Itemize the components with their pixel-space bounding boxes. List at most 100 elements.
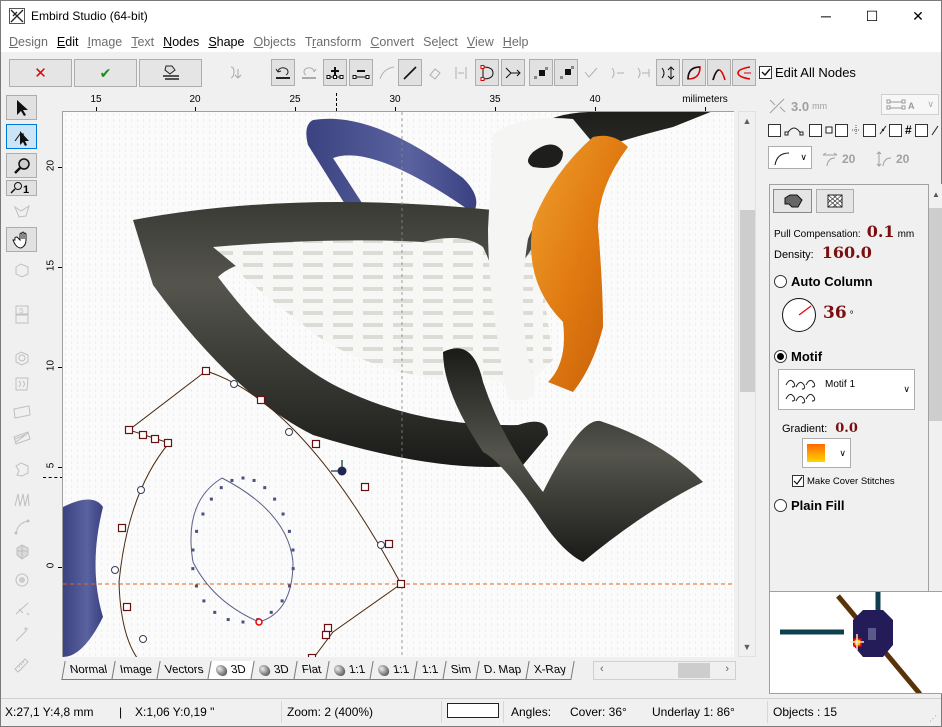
cancel-button[interactable]: ✕ — [9, 59, 72, 87]
view-tab-1-1-6[interactable]: 1:1 — [325, 661, 374, 680]
menu-design[interactable]: Design — [5, 35, 52, 49]
select-tool[interactable] — [6, 95, 37, 120]
curve-segment-button[interactable] — [375, 59, 399, 86]
fill-type-pattern-button[interactable] — [816, 189, 854, 213]
inner-path-node[interactable] — [226, 618, 230, 622]
view-tab-3d-3[interactable]: 3D — [207, 661, 255, 680]
curve-node[interactable] — [230, 380, 238, 388]
shape-closed-button[interactable] — [682, 59, 706, 86]
view-tab-normal-0[interactable]: Normal — [61, 661, 116, 680]
inner-path-node[interactable] — [209, 497, 213, 501]
curve-node[interactable] — [377, 541, 385, 549]
corner-node[interactable] — [360, 482, 370, 492]
fill-pattern-tool[interactable] — [6, 371, 37, 396]
footprint-down-button[interactable] — [225, 59, 249, 86]
view-tab-image-1[interactable]: Image — [111, 661, 161, 680]
menu-transform[interactable]: Transform — [301, 35, 366, 49]
curve-node[interactable] — [111, 566, 119, 574]
flower-tool[interactable] — [6, 567, 37, 592]
redo-node-button[interactable] — [297, 59, 321, 86]
corner-node[interactable] — [163, 438, 173, 448]
motif-radio[interactable]: Motif — [774, 349, 822, 364]
break-node-button[interactable] — [423, 59, 447, 86]
zoom-1to1-tool[interactable]: 1 — [6, 180, 37, 196]
remove-node-button[interactable] — [349, 59, 373, 86]
corner-node[interactable] — [321, 630, 331, 640]
inner-path-node[interactable] — [213, 610, 217, 614]
join-path-button[interactable] — [631, 59, 655, 86]
density-value[interactable]: 160.0 — [822, 243, 872, 262]
inner-path-node[interactable] — [280, 599, 284, 603]
measure-tool[interactable] — [6, 651, 37, 676]
canvas-horizontal-scrollbar[interactable]: ‹ › — [593, 661, 736, 680]
design-canvas[interactable] — [62, 111, 734, 657]
inner-path-node[interactable] — [241, 620, 245, 624]
menu-convert[interactable]: Convert — [366, 35, 418, 49]
corner-type-dropdown[interactable]: ∨ — [768, 146, 812, 169]
menu-edit[interactable]: Edit — [53, 35, 83, 49]
inner-path-node[interactable] — [191, 567, 195, 571]
node-type-dropdown[interactable]: A ∨ — [881, 94, 939, 115]
inner-path-node[interactable] — [291, 567, 295, 571]
zoom-tool[interactable] — [6, 153, 37, 178]
view-tab-flat-5[interactable]: Flat — [293, 661, 330, 680]
close-window-button[interactable]: ✕ — [895, 1, 941, 31]
inner-path-node[interactable] — [241, 476, 245, 480]
pull-compensation-value[interactable]: 0.1 — [867, 222, 895, 241]
corner-node[interactable] — [117, 523, 127, 533]
minimize-button[interactable]: ─ — [803, 1, 849, 31]
inner-path-node[interactable] — [288, 584, 292, 588]
shape-open-button[interactable] — [732, 59, 756, 86]
angle-value[interactable]: 36 — [823, 303, 847, 323]
inner-path-node[interactable] — [202, 599, 206, 603]
extend-path-button[interactable] — [501, 59, 525, 86]
angle-dial[interactable] — [782, 298, 816, 332]
corner-node[interactable] — [122, 602, 132, 612]
menu-help[interactable]: Help — [499, 35, 533, 49]
inner-path-node[interactable] — [252, 478, 256, 482]
view-tab-vectors-2[interactable]: Vectors — [156, 661, 213, 680]
view-tab-sim-9[interactable]: Sim — [442, 661, 480, 680]
inner-path-node[interactable] — [219, 486, 223, 490]
scroll-up-icon[interactable]: ▲ — [932, 190, 940, 199]
inner-path-node[interactable] — [263, 486, 267, 490]
plain-fill-radio[interactable]: Plain Fill — [774, 498, 844, 513]
node-option-checkbox-4[interactable] — [863, 123, 876, 137]
move-to-front-button[interactable] — [529, 59, 553, 86]
node-edit-tool[interactable] — [6, 124, 37, 149]
vertical-spacing[interactable]: 20 — [875, 151, 909, 167]
scroll-left-icon[interactable]: ‹ — [600, 663, 604, 675]
split-path-button[interactable] — [605, 59, 629, 86]
inner-path-node[interactable] — [201, 512, 205, 516]
shape-arc-button[interactable] — [707, 59, 731, 86]
scroll-down-icon[interactable]: ▼ — [739, 642, 755, 652]
corner-node[interactable] — [124, 425, 134, 435]
corner-node[interactable] — [384, 539, 394, 549]
satin-tool[interactable] — [6, 425, 37, 450]
magic-wand-tool[interactable] — [6, 621, 37, 646]
menu-text[interactable]: Text — [127, 35, 158, 49]
scroll-right-icon[interactable]: › — [725, 663, 729, 675]
line-segment-button[interactable] — [398, 59, 422, 86]
applique-tool[interactable] — [6, 345, 37, 370]
menu-nodes[interactable]: Nodes — [159, 35, 203, 49]
start-node[interactable] — [255, 618, 263, 626]
view-tab-1-1-8[interactable]: 1:1 — [413, 661, 447, 680]
inner-path-node[interactable] — [287, 529, 291, 533]
close-path-button[interactable] — [475, 59, 499, 86]
scroll-thumb[interactable] — [740, 210, 755, 392]
make-cover-stitches-checkbox[interactable]: Make Cover Stitches — [792, 475, 895, 487]
run-stitch-tool[interactable] — [6, 513, 37, 538]
menu-shape[interactable]: Shape — [204, 35, 248, 49]
fill-type-solid-button[interactable] — [773, 189, 812, 213]
curve-node[interactable] — [137, 486, 145, 494]
canvas-vertical-scrollbar[interactable]: ▲ ▼ — [738, 111, 756, 657]
corner-node[interactable] — [396, 579, 406, 589]
corner-node[interactable] — [311, 439, 321, 449]
menu-view[interactable]: View — [463, 35, 498, 49]
inner-path-node[interactable] — [291, 548, 295, 552]
menu-objects[interactable]: Objects — [249, 35, 299, 49]
gradient-color-dropdown[interactable]: ∨ — [802, 438, 851, 468]
view-tab-1-1-7[interactable]: 1:1 — [369, 661, 418, 680]
corner-node[interactable] — [323, 623, 333, 633]
